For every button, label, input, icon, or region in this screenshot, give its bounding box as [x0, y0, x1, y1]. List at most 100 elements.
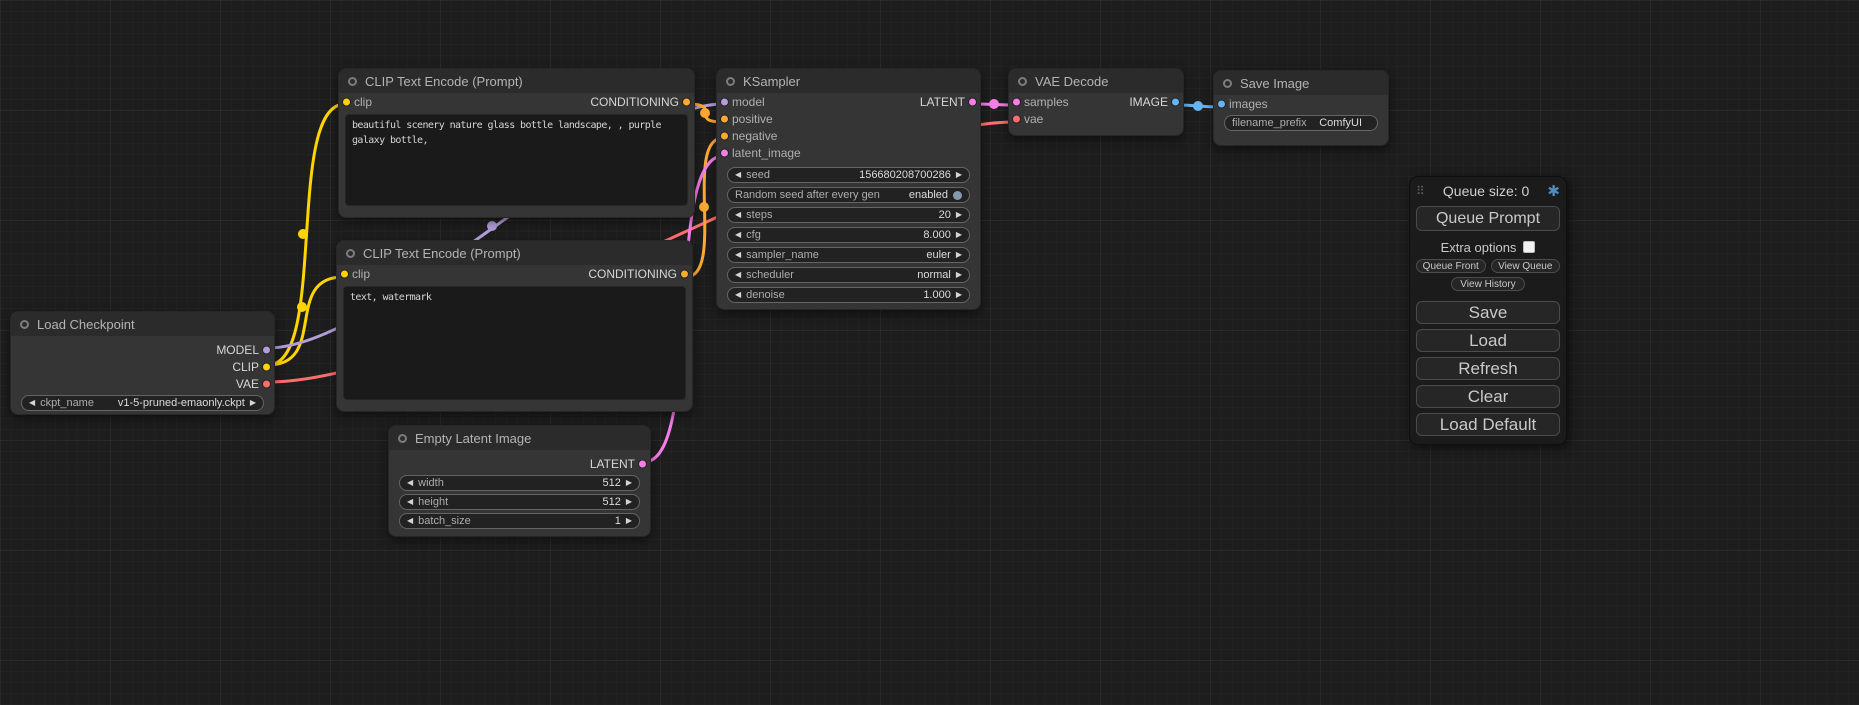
- queue-front-button[interactable]: Queue Front: [1416, 259, 1486, 273]
- drag-handle-icon[interactable]: ⠿: [1416, 184, 1425, 198]
- model-output-dot[interactable]: [262, 345, 271, 354]
- widget-label: Random seed after every gen: [735, 189, 880, 201]
- steps-widget[interactable]: ◀ steps 20 ▶: [727, 207, 970, 223]
- decrement-arrow-icon[interactable]: ◀: [735, 171, 741, 179]
- node-clip-text-encode-positive[interactable]: CLIP Text Encode (Prompt) clip CONDITION…: [338, 68, 695, 218]
- slot-row: samples IMAGE: [1009, 93, 1183, 110]
- view-queue-button[interactable]: View Queue: [1491, 259, 1561, 273]
- decrement-arrow-icon[interactable]: ◀: [407, 498, 413, 506]
- decrement-arrow-icon[interactable]: ◀: [735, 231, 741, 239]
- collapse-toggle-icon[interactable]: [398, 434, 407, 443]
- queue-menu-panel[interactable]: ⠿ Queue size: 0 ✱ Queue Prompt Extra opt…: [1409, 176, 1567, 445]
- cfg-widget[interactable]: ◀ cfg 8.000 ▶: [727, 227, 970, 243]
- image-output-dot[interactable]: [1171, 97, 1180, 106]
- decrement-arrow-icon[interactable]: ◀: [735, 291, 741, 299]
- filename-prefix-widget[interactable]: filename_prefix ComfyUI: [1224, 115, 1378, 131]
- clip-input-dot[interactable]: [340, 269, 349, 278]
- decrement-arrow-icon[interactable]: ◀: [407, 479, 413, 487]
- widget-label: scheduler: [746, 269, 794, 281]
- extra-options-checkbox[interactable]: [1523, 241, 1535, 253]
- collapse-toggle-icon[interactable]: [348, 77, 357, 86]
- prev-value-arrow-icon[interactable]: ◀: [735, 251, 741, 259]
- collapse-toggle-icon[interactable]: [1223, 79, 1232, 88]
- node-title-bar[interactable]: VAE Decode: [1009, 69, 1183, 93]
- latent-output-dot[interactable]: [968, 97, 977, 106]
- width-widget[interactable]: ◀ width 512 ▶: [399, 475, 640, 491]
- images-input-dot[interactable]: [1217, 99, 1226, 108]
- increment-arrow-icon[interactable]: ▶: [626, 498, 632, 506]
- settings-gear-icon[interactable]: ✱: [1547, 182, 1560, 200]
- node-title-bar[interactable]: CLIP Text Encode (Prompt): [339, 69, 694, 93]
- negative-prompt-textarea[interactable]: text, watermark: [343, 286, 686, 400]
- increment-arrow-icon[interactable]: ▶: [956, 291, 962, 299]
- scheduler-widget[interactable]: ◀ scheduler normal ▶: [727, 267, 970, 283]
- clip-output-dot[interactable]: [262, 362, 271, 371]
- model-input-dot[interactable]: [720, 97, 729, 106]
- vae-input-dot[interactable]: [1012, 114, 1021, 123]
- decrement-arrow-icon[interactable]: ◀: [735, 211, 741, 219]
- node-title-bar[interactable]: Empty Latent Image: [389, 426, 650, 450]
- collapse-toggle-icon[interactable]: [20, 320, 29, 329]
- node-save-image[interactable]: Save Image images filename_prefix ComfyU…: [1213, 70, 1389, 146]
- random-seed-toggle-widget[interactable]: Random seed after every gen enabled: [727, 187, 970, 203]
- node-title-bar[interactable]: Save Image: [1214, 71, 1388, 95]
- next-value-arrow-icon[interactable]: ▶: [956, 271, 962, 279]
- batch-size-widget[interactable]: ◀ batch_size 1 ▶: [399, 513, 640, 529]
- widget-label: ckpt_name: [40, 397, 94, 409]
- negative-input-dot[interactable]: [720, 131, 729, 140]
- height-widget[interactable]: ◀ height 512 ▶: [399, 494, 640, 510]
- vae-input-label: vae: [1024, 112, 1043, 126]
- node-title: CLIP Text Encode (Prompt): [365, 74, 523, 89]
- node-vae-decode[interactable]: VAE Decode samples IMAGE vae: [1008, 68, 1184, 136]
- positive-input-dot[interactable]: [720, 114, 729, 123]
- view-history-button[interactable]: View History: [1451, 277, 1525, 291]
- latent-output-dot[interactable]: [638, 459, 647, 468]
- node-load-checkpoint[interactable]: Load Checkpoint MODEL CLIP VAE ◀ ckpt_na…: [10, 311, 275, 415]
- vae-output-dot[interactable]: [262, 379, 271, 388]
- node-empty-latent-image[interactable]: Empty Latent Image LATENT ◀ width 512 ▶ …: [388, 425, 651, 537]
- queue-prompt-button[interactable]: Queue Prompt: [1416, 206, 1560, 231]
- node-title-bar[interactable]: CLIP Text Encode (Prompt): [337, 241, 692, 265]
- collapse-toggle-icon[interactable]: [726, 77, 735, 86]
- save-button[interactable]: Save: [1416, 301, 1560, 324]
- increment-arrow-icon[interactable]: ▶: [956, 231, 962, 239]
- prev-value-arrow-icon[interactable]: ◀: [735, 271, 741, 279]
- collapse-toggle-icon[interactable]: [1018, 77, 1027, 86]
- node-ksampler[interactable]: KSampler model LATENT positive negative …: [716, 68, 981, 310]
- decrement-arrow-icon[interactable]: ◀: [407, 517, 413, 525]
- model-input-label: model: [732, 95, 765, 109]
- clip-input-dot[interactable]: [342, 97, 351, 106]
- increment-arrow-icon[interactable]: ▶: [626, 517, 632, 525]
- sampler-name-widget[interactable]: ◀ sampler_name euler ▶: [727, 247, 970, 263]
- ckpt-name-widget[interactable]: ◀ ckpt_name v1-5-pruned-emaonly.ckpt ▶: [21, 395, 264, 411]
- refresh-button[interactable]: Refresh: [1416, 357, 1560, 380]
- increment-arrow-icon[interactable]: ▶: [956, 171, 962, 179]
- clear-button[interactable]: Clear: [1416, 385, 1560, 408]
- denoise-widget[interactable]: ◀ denoise 1.000 ▶: [727, 287, 970, 303]
- conditioning-output-dot[interactable]: [682, 97, 691, 106]
- latent-image-input-dot[interactable]: [720, 148, 729, 157]
- widget-label: seed: [746, 169, 770, 181]
- next-value-arrow-icon[interactable]: ▶: [250, 399, 256, 407]
- seed-widget[interactable]: ◀ seed 156680208700286 ▶: [727, 167, 970, 183]
- link-midpoint-dot: [298, 229, 308, 239]
- conditioning-output-label: CONDITIONING: [588, 267, 677, 281]
- slot-row: vae: [1009, 110, 1183, 127]
- conditioning-output-dot[interactable]: [680, 269, 689, 278]
- samples-input-dot[interactable]: [1012, 97, 1021, 106]
- node-graph-canvas[interactable]: Load Checkpoint MODEL CLIP VAE ◀ ckpt_na…: [0, 0, 1859, 705]
- increment-arrow-icon[interactable]: ▶: [956, 211, 962, 219]
- next-value-arrow-icon[interactable]: ▶: [956, 251, 962, 259]
- collapse-toggle-icon[interactable]: [346, 249, 355, 258]
- node-clip-text-encode-negative[interactable]: CLIP Text Encode (Prompt) clip CONDITION…: [336, 240, 693, 412]
- node-title-bar[interactable]: KSampler: [717, 69, 980, 93]
- load-button[interactable]: Load: [1416, 329, 1560, 352]
- load-default-button[interactable]: Load Default: [1416, 413, 1560, 436]
- widget-label: sampler_name: [746, 249, 819, 261]
- increment-arrow-icon[interactable]: ▶: [626, 479, 632, 487]
- widget-value: enabled: [909, 189, 948, 201]
- toggle-on-icon[interactable]: [953, 191, 962, 200]
- prev-value-arrow-icon[interactable]: ◀: [29, 399, 35, 407]
- node-title-bar[interactable]: Load Checkpoint: [11, 312, 274, 336]
- positive-prompt-textarea[interactable]: beautiful scenery nature glass bottle la…: [345, 114, 688, 206]
